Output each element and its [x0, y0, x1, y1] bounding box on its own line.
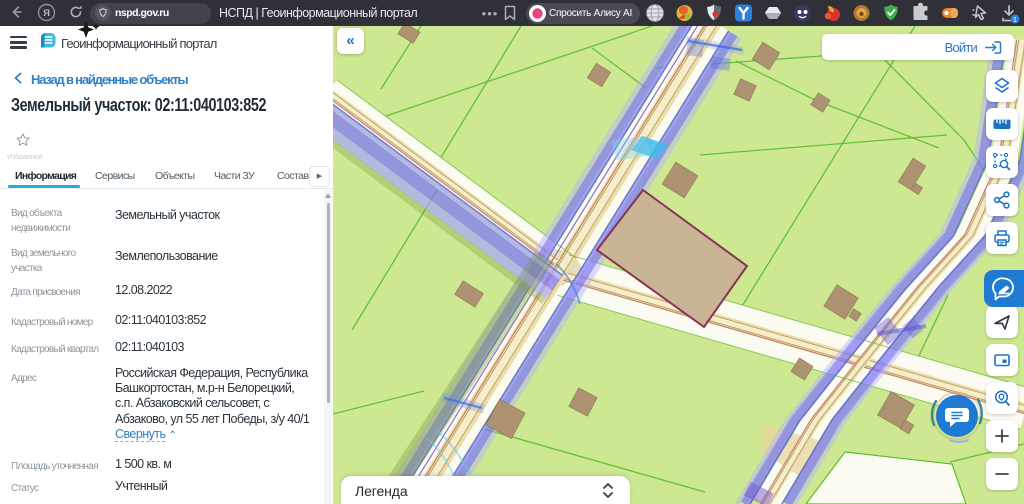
svg-text:1: 1 — [1013, 15, 1017, 24]
